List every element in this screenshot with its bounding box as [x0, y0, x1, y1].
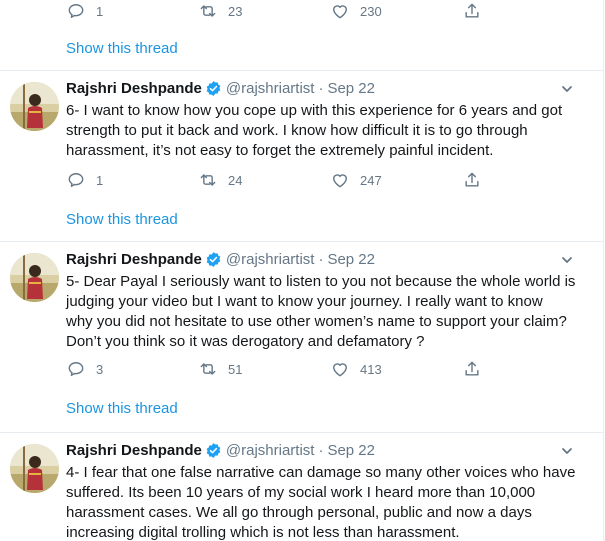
like-button[interactable]: 230 — [330, 1, 462, 21]
timeline: 1 23 230 Show this thread Rajshri Deshpa… — [0, 0, 604, 541]
avatar[interactable] — [10, 253, 59, 302]
author-handle[interactable]: @rajshriartist — [226, 251, 315, 268]
retweet-count: 51 — [228, 361, 243, 377]
tweet-text: 4- I fear that one false narrative can d… — [66, 464, 576, 541]
retweet-button[interactable]: 24 — [198, 170, 330, 190]
share-button[interactable] — [462, 1, 482, 21]
reply-count: 1 — [96, 3, 104, 19]
separator: · — [318, 80, 324, 97]
reply-count: 3 — [96, 361, 104, 377]
tweet-actions: 1 24 247 — [66, 169, 482, 191]
tweet-text: 5- Dear Payal I seriously want to listen… — [66, 273, 576, 350]
reply-button[interactable]: 3 — [66, 359, 198, 379]
tweet-actions: 1 23 230 — [0, 0, 604, 22]
retweet-count: 24 — [228, 172, 243, 188]
reply-button[interactable]: 1 — [66, 170, 198, 190]
show-thread-link[interactable]: Show this thread — [66, 211, 178, 228]
tweet-text: 6- I want to know how you cope up with t… — [66, 102, 563, 159]
retweet-count: 23 — [228, 3, 243, 19]
separator: · — [318, 442, 324, 459]
retweet-icon — [200, 363, 216, 375]
reply-icon — [68, 4, 84, 18]
chevron-down-icon[interactable] — [560, 444, 574, 458]
author-name[interactable]: Rajshri Deshpande — [66, 442, 202, 459]
heart-icon — [333, 174, 347, 188]
tweet-date[interactable]: Sep 22 — [327, 80, 375, 97]
share-icon — [465, 361, 479, 376]
tweet-date[interactable]: Sep 22 — [327, 251, 375, 268]
tweet[interactable]: Rajshri Deshpande @rajshriartist · Sep 2… — [0, 70, 604, 241]
like-button[interactable]: 413 — [330, 359, 462, 379]
like-button[interactable]: 247 — [330, 170, 462, 190]
avatar[interactable] — [10, 82, 59, 131]
share-icon — [465, 172, 479, 187]
author-handle[interactable]: @rajshriartist — [226, 442, 315, 459]
verified-badge-icon — [205, 251, 222, 268]
heart-icon — [333, 363, 347, 377]
avatar[interactable] — [10, 444, 59, 493]
author-name[interactable]: Rajshri Deshpande — [66, 80, 202, 97]
verified-badge-icon — [205, 442, 222, 459]
share-icon — [465, 3, 479, 18]
retweet-icon — [200, 174, 216, 186]
tweet-date[interactable]: Sep 22 — [327, 442, 375, 459]
like-count: 247 — [360, 172, 382, 188]
reply-count: 1 — [96, 172, 104, 188]
tweet-header: Rajshri Deshpande @rajshriartist · Sep 2… — [66, 442, 375, 459]
retweet-icon — [200, 5, 216, 17]
like-count: 413 — [360, 361, 382, 377]
show-thread-link[interactable]: Show this thread — [66, 40, 178, 57]
author-name[interactable]: Rajshri Deshpande — [66, 251, 202, 268]
heart-icon — [333, 5, 347, 19]
tweet-header: Rajshri Deshpande @rajshriartist · Sep 2… — [66, 251, 375, 268]
share-button[interactable] — [462, 170, 482, 190]
share-button[interactable] — [462, 359, 482, 379]
verified-badge-icon — [205, 80, 222, 97]
chevron-down-icon[interactable] — [560, 253, 574, 267]
author-handle[interactable]: @rajshriartist — [226, 80, 315, 97]
reply-button[interactable]: 1 — [66, 1, 198, 21]
reply-icon — [68, 362, 84, 376]
tweet[interactable]: Rajshri Deshpande @rajshriartist · Sep 2… — [0, 241, 604, 432]
chevron-down-icon[interactable] — [560, 82, 574, 96]
retweet-button[interactable]: 23 — [198, 1, 330, 21]
retweet-button[interactable]: 51 — [198, 359, 330, 379]
tweet-actions: 3 51 413 — [66, 358, 482, 380]
like-count: 230 — [360, 3, 382, 19]
show-thread-link[interactable]: Show this thread — [66, 400, 178, 417]
reply-icon — [68, 173, 84, 187]
separator: · — [318, 251, 324, 268]
tweet[interactable]: Rajshri Deshpande @rajshriartist · Sep 2… — [0, 432, 604, 541]
tweet-header: Rajshri Deshpande @rajshriartist · Sep 2… — [66, 80, 375, 97]
